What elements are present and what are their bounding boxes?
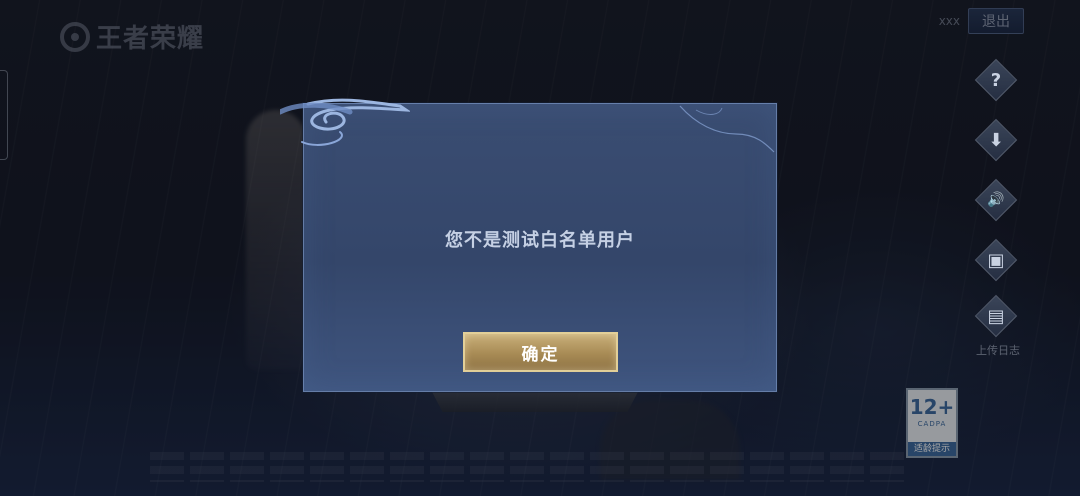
sound-icon: 🔊 [987, 192, 1005, 208]
corner-flourish-icon [679, 105, 775, 153]
help-icon: ? [990, 69, 1002, 91]
dialog-message: 您不是测试白名单用户 [445, 230, 635, 251]
swirl-decoration-icon [280, 98, 410, 146]
upload-log-icon: ▤ [987, 305, 1005, 327]
whitelist-dialog: 您不是测试白名单用户 确定 [280, 98, 777, 392]
confirm-button[interactable]: 确定 [463, 332, 618, 372]
download-icon: ⬇ [988, 129, 1004, 151]
card-icon: ▣ [987, 249, 1005, 271]
